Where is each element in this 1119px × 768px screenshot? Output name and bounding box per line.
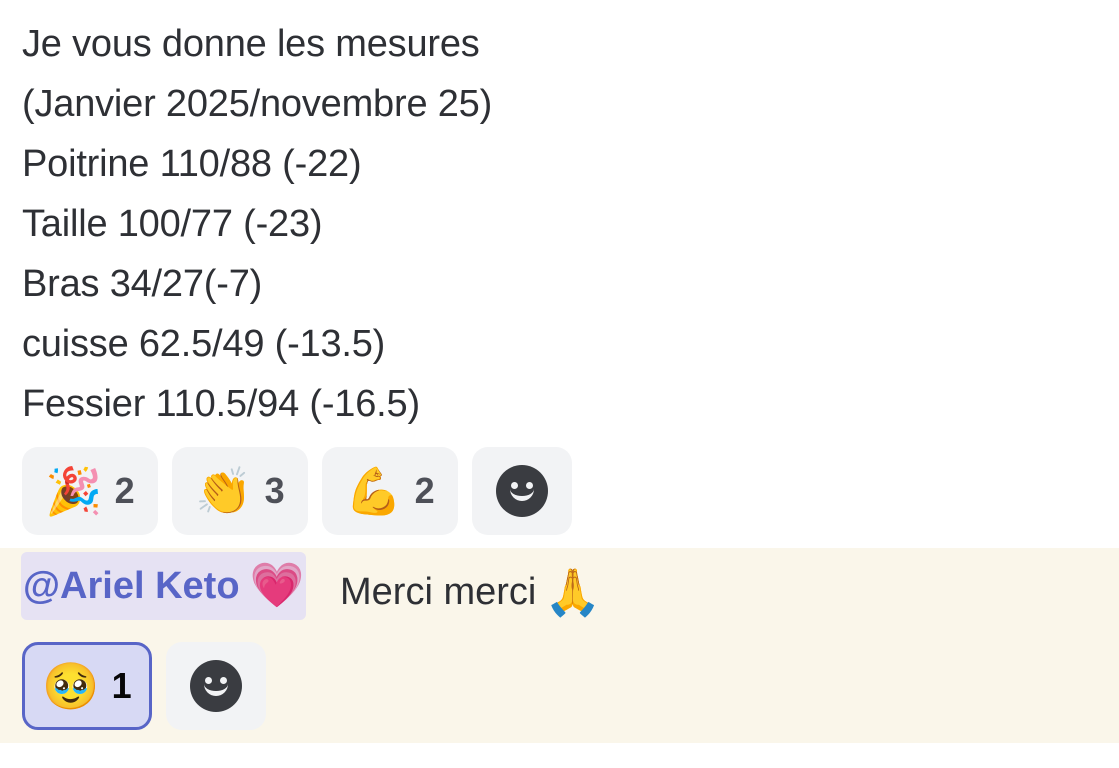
message-reply-highlighted: @Ariel Keto 💗 Merci merci 🙏 🥹 1 (0, 548, 1119, 743)
reaction-count: 1 (111, 665, 132, 706)
reaction-count: 3 (264, 470, 285, 511)
message-line: (Janvier 2025/novembre 25) (22, 83, 493, 125)
party-popper-emoji: 🎉 (45, 464, 103, 518)
message-line: Fessier 110.5/94 (-16.5) (22, 383, 420, 425)
message-text: Merci merci (340, 571, 537, 613)
message-line: Taille 100/77 (-23) (22, 203, 323, 245)
reaction-count: 2 (414, 470, 435, 511)
pink-heart-emoji: 💗 (249, 561, 305, 610)
mention-username[interactable]: @Ariel Keto (23, 565, 240, 608)
add-reaction-button[interactable] (472, 447, 572, 535)
message-line: cuisse 62.5/49 (-13.5) (22, 323, 386, 365)
add-reaction-button[interactable] (166, 642, 266, 730)
message-line: Je vous donne les mesures (22, 23, 480, 65)
add-reaction-icon (496, 465, 548, 517)
reaction-flexed-biceps[interactable]: 💪 2 (322, 447, 458, 535)
reaction-clapping-hands[interactable]: 👏 3 (172, 447, 308, 535)
reaction-count: 2 (114, 470, 135, 511)
flexed-biceps-emoji: 💪 (345, 464, 403, 518)
message-line: Poitrine 110/88 (-22) (22, 143, 362, 185)
reaction-holding-back-tears[interactable]: 🥹 1 (22, 642, 152, 730)
message-body: Merci merci 🙏 (340, 562, 602, 622)
user-mention[interactable]: @Ariel Keto 💗 (21, 552, 307, 620)
reaction-party-popper[interactable]: 🎉 2 (22, 447, 158, 535)
folded-hands-emoji: 🙏 (544, 566, 602, 618)
add-reaction-icon (190, 660, 242, 712)
message-line: Bras 34/27(-7) (22, 263, 263, 305)
face-holding-back-tears-emoji: 🥹 (42, 659, 100, 713)
message-body: Je vous donne les mesures (Janvier 2025/… (22, 14, 492, 434)
clapping-hands-emoji: 👏 (195, 464, 253, 518)
